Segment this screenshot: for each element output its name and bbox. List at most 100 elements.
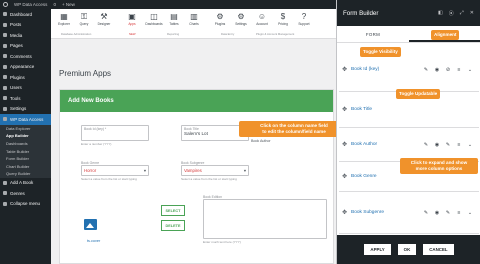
main-content: ▦ Explorer ⚿ Query ⚒ Designer ▣ Apps ◫ Dashbo… bbox=[51, 9, 349, 264]
chevron-down-icon: ▾ bbox=[243, 167, 246, 173]
toolbar-plugins[interactable]: ⚙ Plugins bbox=[211, 12, 229, 26]
alignment-icon[interactable]: ≡ bbox=[456, 67, 462, 73]
column-name-book-author[interactable]: Book Author bbox=[351, 142, 377, 147]
sidebar-item-pages[interactable]: Pages bbox=[0, 41, 51, 52]
toolbar-charts[interactable]: ▥ Charts bbox=[185, 12, 203, 26]
visibility-icon[interactable]: ◉ bbox=[434, 210, 440, 216]
submenu-form-builder[interactable]: Form Builder bbox=[0, 155, 51, 163]
comments-icon bbox=[3, 54, 7, 59]
visibility-icon[interactable]: ◉ bbox=[434, 142, 440, 148]
submenu-chart-builder[interactable]: Chart Builder bbox=[0, 162, 51, 170]
move-icon[interactable]: ✥ bbox=[342, 106, 347, 113]
submenu-data-explorer[interactable]: Data Explorer bbox=[0, 125, 51, 133]
settings-icon: ⚙ bbox=[237, 12, 245, 21]
toolbar-explorer[interactable]: ▦ Explorer bbox=[55, 12, 73, 26]
column-name-book-subgenre[interactable]: Book Subgenre bbox=[351, 210, 384, 215]
submenu-dashboards[interactable]: Dashboards bbox=[0, 140, 51, 148]
toolbar-dashboards[interactable]: ◫ Dashboards bbox=[145, 12, 163, 26]
alignment-icon[interactable]: ≡ bbox=[456, 142, 462, 148]
sidebar-item-wp-data-access[interactable]: WP Data Access bbox=[0, 114, 51, 125]
submenu-app-builder[interactable]: App Builder bbox=[0, 132, 51, 140]
plugins-icon bbox=[3, 75, 7, 80]
toolbar-pricing[interactable]: $ Pricing bbox=[274, 12, 292, 26]
submenu-query-builder[interactable]: Query Builder bbox=[0, 170, 51, 178]
toolbar-group-new: NEW bbox=[129, 32, 136, 36]
users-icon bbox=[3, 85, 7, 90]
toolbar-designer[interactable]: ⚒ Designer bbox=[95, 12, 113, 26]
toolbar-settings[interactable]: ⚙ Settings bbox=[232, 12, 250, 26]
book-id-field: Book Id (key) * Enter a number (YYY) bbox=[81, 125, 149, 146]
move-icon[interactable]: ✥ bbox=[342, 209, 347, 216]
toolbar-query[interactable]: ⚿ Query bbox=[75, 12, 93, 26]
updatable-icon[interactable]: ⊘ bbox=[445, 67, 451, 73]
edit-icon[interactable]: ✎ bbox=[423, 142, 429, 148]
admin-bar-comments[interactable]: 0 bbox=[53, 2, 56, 7]
callout-toggle-updatable: Toggle Updatable bbox=[396, 89, 441, 100]
toolbar-tables[interactable]: ▤ Tables bbox=[165, 12, 183, 26]
book-edition-textarea[interactable] bbox=[203, 199, 327, 239]
book-id-input[interactable]: Book Id (key) * bbox=[81, 125, 149, 141]
toolbar-group-plugin-mgmt: Plugin & Account Management bbox=[256, 32, 295, 36]
chevron-down-icon[interactable]: ⌄ bbox=[467, 67, 473, 73]
sidebar-item-comments[interactable]: Comments bbox=[0, 51, 51, 62]
grid-icon[interactable]: ◧ bbox=[438, 10, 443, 17]
database-icon bbox=[3, 117, 7, 122]
sidebar-item-genres[interactable]: Genres bbox=[0, 188, 51, 199]
apps-icon: ▣ bbox=[128, 12, 136, 21]
callout-alignment: Alignment bbox=[431, 30, 460, 41]
move-icon[interactable]: ✥ bbox=[342, 66, 347, 73]
book-subgenre-select[interactable]: Vampires ▾ bbox=[181, 165, 249, 176]
toolbar-account[interactable]: ☺ Account bbox=[253, 12, 271, 26]
sidebar-item-users[interactable]: Users bbox=[0, 83, 51, 94]
sidebar-item-add-a-book[interactable]: Add A Book bbox=[0, 178, 51, 189]
edit-icon[interactable]: ✎ bbox=[423, 210, 429, 216]
callout-toggle-visibility: Toggle Visibility bbox=[360, 47, 401, 58]
sidebar-submenu: Data Explorer App Builder Dashboards Tab… bbox=[0, 124, 51, 178]
book-author-field: Book Author bbox=[251, 139, 271, 143]
sidebar-item-appearance[interactable]: Appearance bbox=[0, 62, 51, 73]
book-genre-select[interactable]: Horror ▾ bbox=[81, 165, 149, 176]
book-genre-hint: Select a value from the list or start ty… bbox=[81, 177, 137, 181]
delete-image-button[interactable]: DELETE bbox=[161, 220, 185, 231]
sidebar-item-tools[interactable]: Tools bbox=[0, 93, 51, 104]
book-edition-hint: Enter much text here (YYY) bbox=[203, 240, 241, 244]
panel-header: Add New Books bbox=[60, 90, 333, 112]
column-name-book-id[interactable]: Book Id (key) bbox=[351, 67, 379, 72]
admin-bar-new[interactable]: + New bbox=[62, 2, 75, 7]
updatable-icon[interactable]: ✎ bbox=[445, 210, 451, 216]
close-icon[interactable]: ✕ bbox=[470, 10, 474, 17]
ok-button[interactable]: OK bbox=[397, 244, 417, 255]
sidebar-item-media[interactable]: Media bbox=[0, 30, 51, 41]
visibility-icon[interactable]: ◉ bbox=[434, 67, 440, 73]
apply-button[interactable]: APPLY bbox=[364, 244, 391, 255]
updatable-icon[interactable]: ✎ bbox=[445, 142, 451, 148]
admin-bar-site[interactable]: WP Data Access bbox=[14, 2, 47, 7]
select-image-button[interactable]: SELECT bbox=[161, 205, 185, 216]
toolbar-support[interactable]: ? Support bbox=[295, 12, 313, 26]
pin-icon[interactable]: ⦿ bbox=[449, 10, 454, 17]
submenu-table-builder[interactable]: Table Builder bbox=[0, 147, 51, 155]
column-name-book-genre[interactable]: Book Genre bbox=[351, 174, 377, 179]
cancel-button[interactable]: CANCEL bbox=[423, 244, 454, 255]
sidebar-item-settings[interactable]: Settings bbox=[0, 104, 51, 115]
tab-form[interactable]: FORM bbox=[337, 26, 409, 42]
edit-icon[interactable]: ✎ bbox=[423, 67, 429, 73]
sidebar-item-dashboard[interactable]: Dashboard bbox=[0, 9, 51, 20]
genres-icon bbox=[3, 191, 7, 196]
chevron-down-icon[interactable]: ⌄ bbox=[467, 210, 473, 216]
sidebar-item-plugins[interactable]: Plugins bbox=[0, 72, 51, 83]
chevron-down-icon[interactable]: ⌄ bbox=[467, 142, 473, 148]
book-author-label: Book Author bbox=[251, 139, 271, 143]
wordpress-logo-icon[interactable] bbox=[3, 2, 8, 7]
book-genre-value: Horror bbox=[84, 168, 97, 173]
sidebar-collapse-menu[interactable]: Collapse menu bbox=[0, 199, 51, 210]
form-builder-header: Form Builder ◧ ⦿ ⤢ ✕ bbox=[337, 0, 480, 26]
sidebar-item-posts[interactable]: Posts bbox=[0, 20, 51, 31]
expand-icon[interactable]: ⤢ bbox=[460, 10, 464, 17]
alignment-icon[interactable]: ≡ bbox=[456, 210, 462, 216]
move-icon[interactable]: ✥ bbox=[342, 173, 347, 180]
column-name-book-title[interactable]: Book Title bbox=[351, 107, 372, 112]
toolbar-apps[interactable]: ▣ Apps bbox=[123, 12, 141, 26]
chevron-down-icon: ▾ bbox=[143, 167, 146, 173]
move-icon[interactable]: ✥ bbox=[342, 141, 347, 148]
